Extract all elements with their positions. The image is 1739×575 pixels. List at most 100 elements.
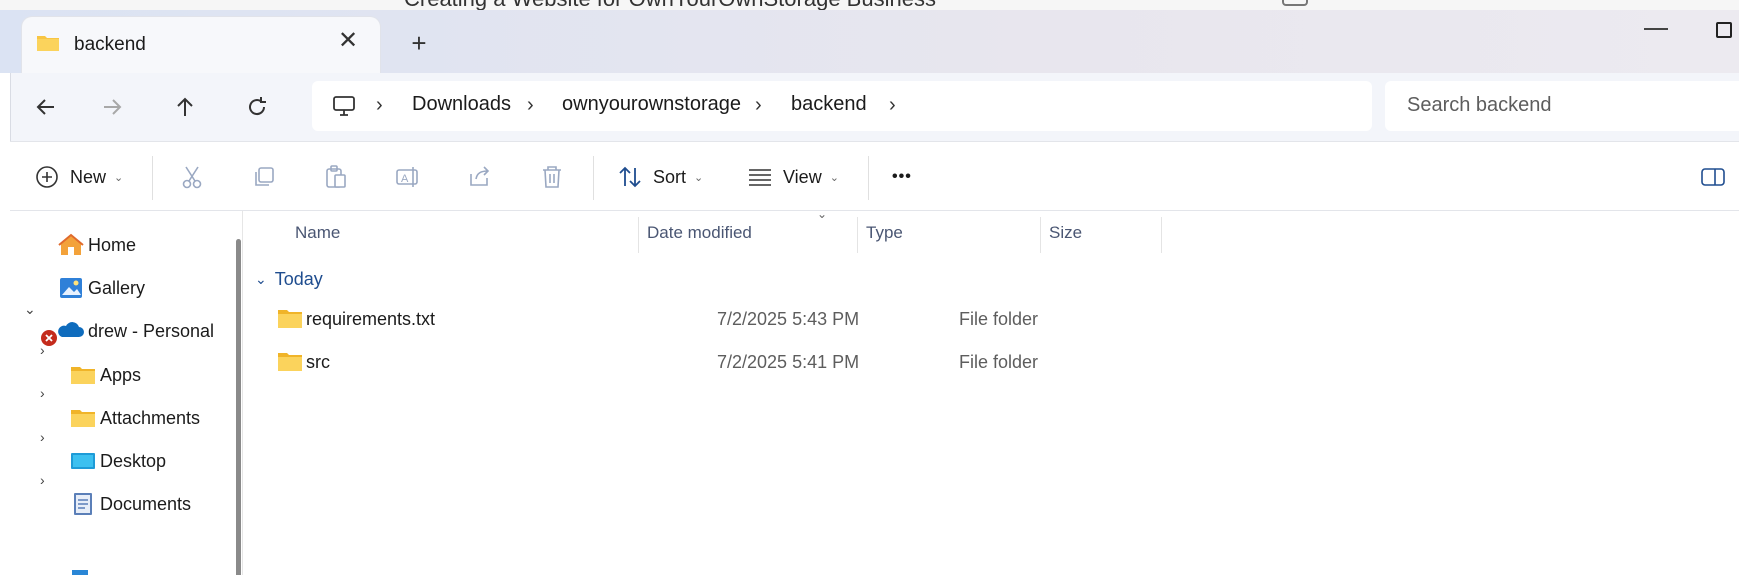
chevron-right-icon[interactable]: › bbox=[40, 385, 56, 401]
search-input[interactable]: Search backend bbox=[1385, 81, 1739, 131]
maximize-icon[interactable] bbox=[1716, 22, 1732, 38]
table-row[interactable]: requirements.txt 7/2/2025 5:43 PM File f… bbox=[243, 300, 1443, 340]
folder-icon bbox=[71, 367, 95, 384]
chevron-right-icon[interactable]: › bbox=[527, 95, 541, 115]
sidebar-item-onedrive[interactable]: drew - Personal bbox=[40, 311, 214, 351]
plus-circle-icon bbox=[36, 166, 58, 188]
sort-descending-icon: ⌄ bbox=[817, 207, 828, 221]
file-date-modified: 7/2/2025 5:41 PM bbox=[717, 352, 860, 372]
tab-backend[interactable]: backend ✕ bbox=[22, 17, 380, 73]
chevron-right-icon[interactable]: › bbox=[40, 429, 56, 445]
delete-button[interactable] bbox=[539, 159, 565, 195]
column-header-name[interactable]: Name bbox=[295, 223, 340, 243]
desktop-icon bbox=[71, 453, 95, 469]
view-button[interactable]: View ⌄ bbox=[747, 159, 839, 195]
refresh-icon bbox=[249, 97, 266, 116]
refresh-button[interactable] bbox=[237, 87, 277, 127]
breadcrumb-item-backend[interactable]: backend bbox=[791, 93, 867, 116]
file-explorer-window: Creating a Website for OwnYourOwnStorage… bbox=[0, 0, 1739, 575]
computer-icon[interactable] bbox=[332, 94, 356, 118]
search-placeholder: Search backend bbox=[1407, 94, 1552, 116]
sidebar-item-home[interactable]: Home bbox=[58, 225, 136, 265]
new-tab-button[interactable]: + bbox=[404, 28, 434, 58]
sort-button[interactable]: Sort ⌄ bbox=[617, 159, 703, 195]
paste-button[interactable] bbox=[323, 159, 349, 195]
new-label: New bbox=[70, 166, 107, 187]
view-lines-icon bbox=[749, 169, 771, 186]
arrow-up-icon bbox=[177, 97, 193, 116]
home-icon bbox=[58, 233, 84, 255]
share-button[interactable] bbox=[467, 159, 493, 195]
arrow-right-icon bbox=[104, 99, 122, 115]
back-button[interactable] bbox=[26, 87, 66, 127]
sidebar-item-documents[interactable]: Documents bbox=[70, 484, 191, 524]
address-bar-row: › Downloads › ownyourownstorage › backen… bbox=[10, 73, 1739, 141]
chevron-right-icon[interactable]: › bbox=[376, 95, 390, 115]
sidebar-item-gallery[interactable]: Gallery bbox=[58, 268, 145, 308]
chevron-down-icon: ⌄ bbox=[829, 171, 839, 184]
cut-button[interactable] bbox=[179, 159, 205, 195]
group-header-today[interactable]: ⌄ Today bbox=[255, 269, 323, 290]
folder-icon bbox=[278, 310, 302, 328]
chevron-down-icon: ⌄ bbox=[255, 271, 267, 287]
gallery-icon bbox=[60, 278, 82, 298]
chevron-down-icon[interactable]: ⌄ bbox=[24, 301, 40, 317]
divider bbox=[868, 156, 869, 200]
chevron-right-icon[interactable]: › bbox=[40, 472, 56, 488]
trash-icon bbox=[543, 166, 561, 188]
file-name: src bbox=[306, 352, 330, 372]
documents-icon bbox=[74, 493, 92, 515]
column-divider[interactable] bbox=[638, 217, 639, 253]
chevron-right-icon[interactable]: › bbox=[889, 95, 903, 115]
close-tab-icon[interactable]: ✕ bbox=[334, 27, 362, 55]
breadcrumb-item-ownyourownstorage[interactable]: ownyourownstorage bbox=[562, 93, 741, 116]
breadcrumb[interactable]: › Downloads › ownyourownstorage › backen… bbox=[312, 81, 1372, 131]
sidebar-item-label: Documents bbox=[100, 493, 192, 514]
folder-icon bbox=[278, 353, 302, 371]
breadcrumb-item-downloads[interactable]: Downloads bbox=[412, 93, 511, 116]
column-header-date-modified[interactable]: Date modified bbox=[647, 223, 752, 243]
table-row[interactable]: src 7/2/2025 5:41 PM File folder bbox=[243, 343, 1443, 383]
navigation-pane: Home Gallery ⌄ drew - Personal › Apps › … bbox=[10, 211, 242, 575]
svg-text:A: A bbox=[401, 173, 409, 185]
sidebar-item-label: Attachments bbox=[100, 407, 201, 428]
column-divider[interactable] bbox=[857, 217, 858, 253]
file-date-modified: 7/2/2025 5:43 PM bbox=[717, 309, 860, 329]
sidebar-item-label: Desktop bbox=[100, 450, 167, 471]
clipboard-icon bbox=[326, 165, 346, 188]
column-divider[interactable] bbox=[1161, 217, 1162, 253]
scissors-icon bbox=[182, 166, 202, 189]
arrow-left-icon bbox=[36, 99, 54, 115]
sidebar-item-label: Apps bbox=[100, 364, 142, 385]
tab-title: backend bbox=[74, 34, 146, 55]
partial-nav-icon bbox=[72, 570, 88, 575]
chevron-right-icon[interactable]: › bbox=[755, 95, 769, 115]
column-divider[interactable] bbox=[1040, 217, 1041, 253]
more-icon: ••• bbox=[892, 168, 912, 185]
new-button[interactable]: New ⌄ bbox=[34, 159, 123, 195]
forward-button[interactable] bbox=[92, 87, 132, 127]
details-pane-icon bbox=[1701, 168, 1725, 186]
rename-button[interactable]: A bbox=[395, 159, 421, 195]
column-header-size[interactable]: Size bbox=[1049, 223, 1082, 243]
up-button[interactable] bbox=[165, 87, 205, 127]
divider bbox=[593, 156, 594, 200]
copy-icon bbox=[255, 167, 274, 186]
column-header-type[interactable]: Type bbox=[866, 223, 903, 243]
background-window-strip: Creating a Website for OwnYourOwnStorage… bbox=[0, 0, 1739, 10]
chevron-right-icon[interactable]: › bbox=[40, 342, 56, 358]
chevron-down-icon: ⌄ bbox=[694, 171, 704, 184]
view-label: View bbox=[783, 166, 822, 187]
copy-button[interactable] bbox=[251, 159, 277, 195]
onedrive-cloud-icon bbox=[58, 322, 84, 337]
sidebar-scrollbar[interactable] bbox=[236, 239, 241, 575]
sidebar-item-apps[interactable]: Apps bbox=[70, 355, 141, 395]
sidebar-item-label: drew - Personal bbox=[88, 320, 215, 341]
more-options-button[interactable]: ••• bbox=[892, 159, 912, 195]
title-bar: Creating a Website for OwnYourOwnStorage… bbox=[0, 0, 1739, 73]
sidebar-item-desktop[interactable]: Desktop bbox=[70, 441, 166, 481]
minimize-icon[interactable] bbox=[1644, 28, 1668, 30]
rename-icon: A bbox=[396, 167, 418, 187]
sidebar-item-attachments[interactable]: Attachments bbox=[70, 398, 200, 438]
details-pane-button[interactable] bbox=[1700, 159, 1726, 195]
